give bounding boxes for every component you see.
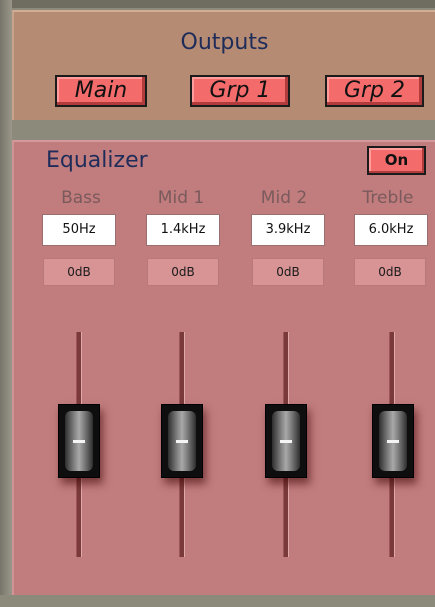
band-gain-treble[interactable]: 0dB [354, 258, 426, 286]
slider-handle-mid1[interactable] [161, 404, 203, 478]
outputs-panel: Outputs Main Grp 1 Grp 2 [12, 10, 435, 120]
band-gain-mid2[interactable]: 0dB [252, 258, 324, 286]
band-label-mid1: Mid 1 [157, 188, 205, 208]
slider-grip [65, 411, 93, 471]
slider-grip [272, 411, 300, 471]
output-main-button[interactable]: Main [55, 75, 147, 107]
slider-indicator [73, 440, 85, 443]
equalizer-panel: Equalizer On Bass 50Hz 0dB Mid 1 1.4kHz … [12, 140, 435, 595]
slider-handle-treble[interactable] [372, 404, 414, 478]
band-label-mid2: Mid 2 [260, 188, 308, 208]
band-freq-mid2[interactable]: 3.9kHz [251, 214, 325, 246]
window-frame-bottom [0, 595, 435, 607]
outputs-title: Outputs [180, 30, 269, 55]
output-grp2-button[interactable]: Grp 2 [325, 75, 424, 107]
band-freq-treble[interactable]: 6.0kHz [354, 214, 428, 246]
equalizer-on-button[interactable]: On [367, 146, 426, 175]
slider-handle-bass[interactable] [58, 404, 100, 478]
band-gain-bass[interactable]: 0dB [43, 258, 115, 286]
window-frame-top [0, 0, 435, 8]
equalizer-title: Equalizer [46, 148, 148, 173]
band-freq-bass[interactable]: 50Hz [42, 214, 116, 246]
panel-separator [12, 120, 435, 140]
band-label-bass: Bass [61, 188, 101, 208]
slider-indicator [387, 440, 399, 443]
slider-indicator [280, 440, 292, 443]
slider-grip [168, 411, 196, 471]
band-label-treble: Treble [362, 188, 414, 208]
slider-grip [379, 411, 407, 471]
slider-indicator [176, 440, 188, 443]
output-grp1-button[interactable]: Grp 1 [190, 75, 290, 107]
band-freq-mid1[interactable]: 1.4kHz [146, 214, 220, 246]
slider-handle-mid2[interactable] [265, 404, 307, 478]
window-frame-left [0, 0, 12, 607]
band-gain-mid1[interactable]: 0dB [147, 258, 219, 286]
